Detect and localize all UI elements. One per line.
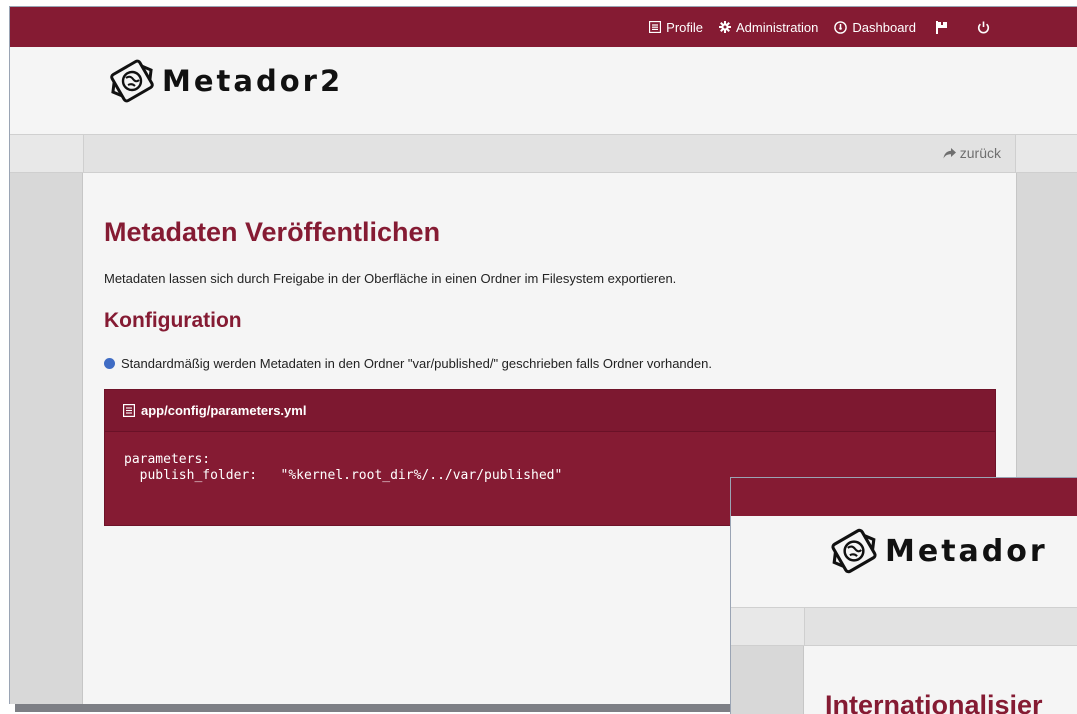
dashboard-icon	[834, 20, 848, 34]
nav-dashboard-label: Dashboard	[852, 19, 916, 35]
bullet-item: Standardmäßig werden Metadaten in den Or…	[104, 356, 712, 371]
power-icon	[977, 21, 990, 33]
sub-toolbar-inner: zurück	[83, 135, 1016, 172]
second-page-title: Internationalisier	[825, 690, 1043, 714]
desktop: Profile Administration Dashboard Metador…	[0, 0, 1077, 714]
second-logo[interactable]: Metador	[827, 524, 1048, 578]
code-line-1: parameters:	[124, 452, 211, 467]
intro-text: Metadaten lassen sich durch Freigabe in …	[104, 271, 677, 286]
back-link[interactable]: zurück	[943, 145, 1001, 161]
bullet-dot-icon	[104, 358, 115, 369]
bullet-text: Standardmäßig werden Metadaten in den Or…	[121, 356, 712, 371]
left-gutter	[10, 173, 83, 704]
second-top-navbar	[731, 478, 1077, 516]
nav-administration-label: Administration	[736, 19, 819, 35]
nav-flag[interactable]	[924, 7, 965, 47]
second-window[interactable]: Metador Internationalisier	[730, 477, 1077, 714]
nav-logout[interactable]	[965, 7, 1007, 47]
metador-logo-icon	[831, 528, 877, 574]
site-header: Metador2	[10, 47, 1077, 135]
top-navbar: Profile Administration Dashboard	[10, 7, 1077, 47]
gear-icon	[719, 21, 732, 33]
second-site-header: Metador	[731, 516, 1077, 608]
list-icon	[649, 21, 662, 33]
section-title: Konfiguration	[104, 309, 242, 332]
logo-text: Metador2	[162, 64, 344, 98]
share-arrow-icon	[943, 147, 956, 158]
flag-icon	[936, 20, 947, 34]
nav-administration[interactable]: Administration	[711, 7, 826, 47]
file-icon	[123, 404, 135, 417]
nav-dashboard[interactable]: Dashboard	[826, 7, 924, 47]
nav-profile[interactable]: Profile	[641, 7, 711, 47]
code-filename: app/config/parameters.yml	[141, 403, 307, 418]
top-nav: Profile Administration Dashboard	[641, 7, 1007, 47]
sub-toolbar: zurück	[10, 135, 1077, 173]
metador-logo-icon	[110, 59, 154, 103]
back-label: zurück	[959, 145, 1001, 161]
logo[interactable]: Metador2	[106, 55, 343, 107]
second-sub-toolbar	[731, 608, 1077, 646]
second-sub-toolbar-inner	[804, 608, 1077, 645]
code-panel-header: app/config/parameters.yml	[105, 390, 995, 432]
nav-profile-label: Profile	[666, 19, 704, 35]
second-logo-text: Metador	[885, 533, 1048, 569]
second-left-gutter	[731, 646, 804, 714]
second-main-content: Internationalisier	[805, 646, 1077, 714]
page-title: Metadaten Veröffentlichen	[104, 217, 441, 247]
